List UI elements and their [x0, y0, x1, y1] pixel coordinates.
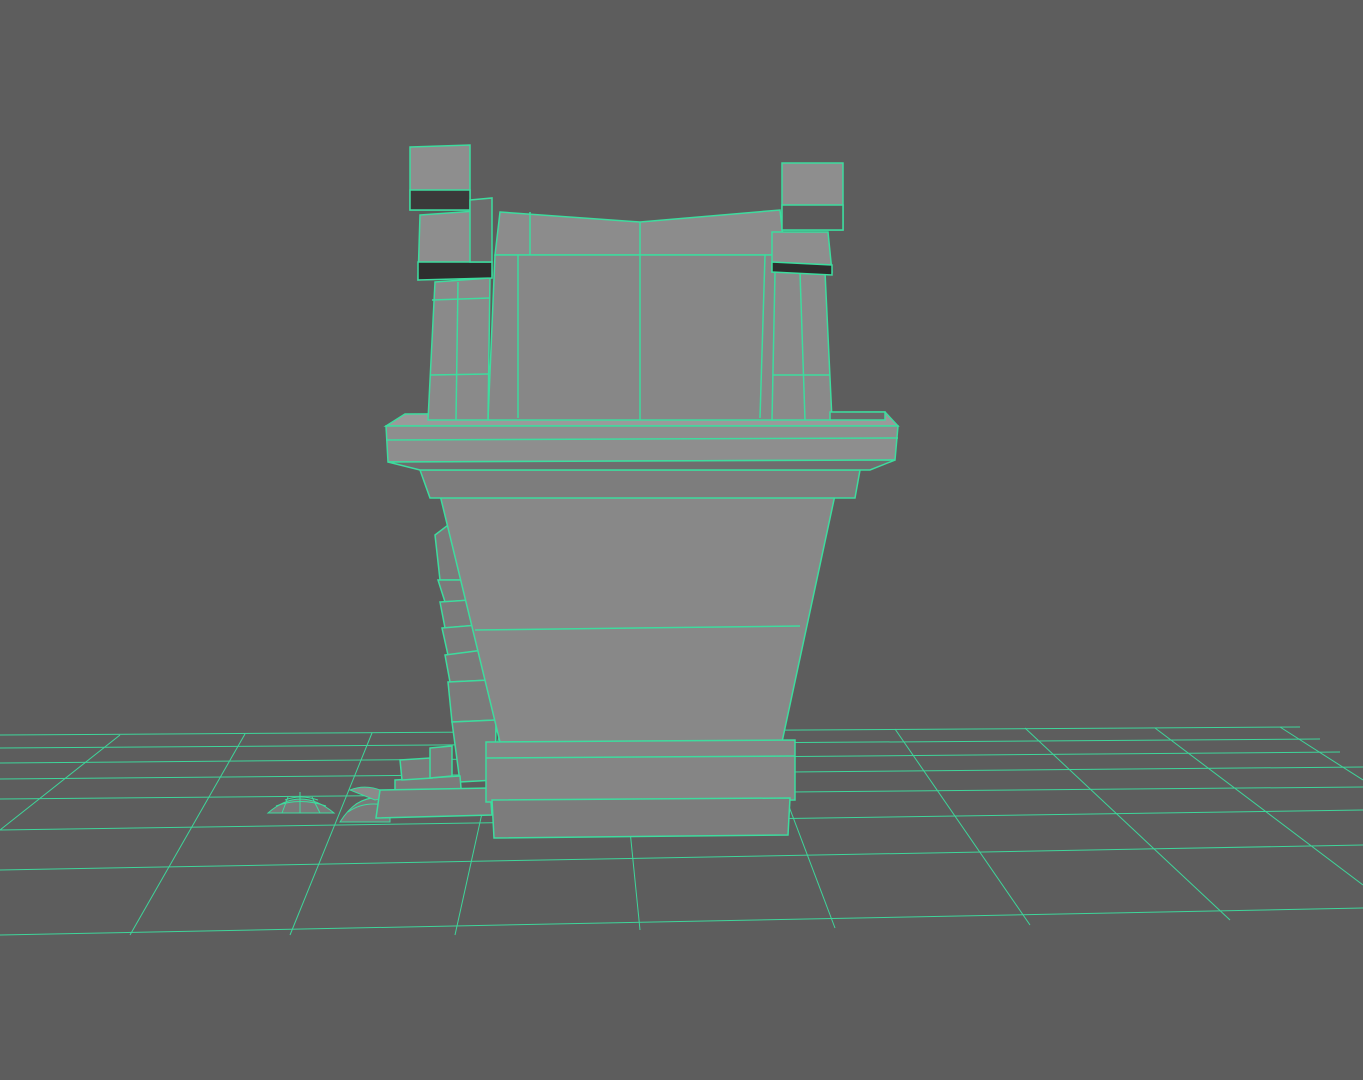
3d-viewport[interactable]	[0, 0, 1363, 1080]
scene-canvas[interactable]	[0, 0, 1363, 1080]
upper-section[interactable]	[487, 209, 786, 421]
small-dome-left[interactable]	[266, 792, 336, 814]
base-plinth[interactable]	[485, 739, 796, 839]
left-pillar[interactable]	[409, 144, 493, 421]
right-pillar[interactable]	[771, 162, 886, 421]
